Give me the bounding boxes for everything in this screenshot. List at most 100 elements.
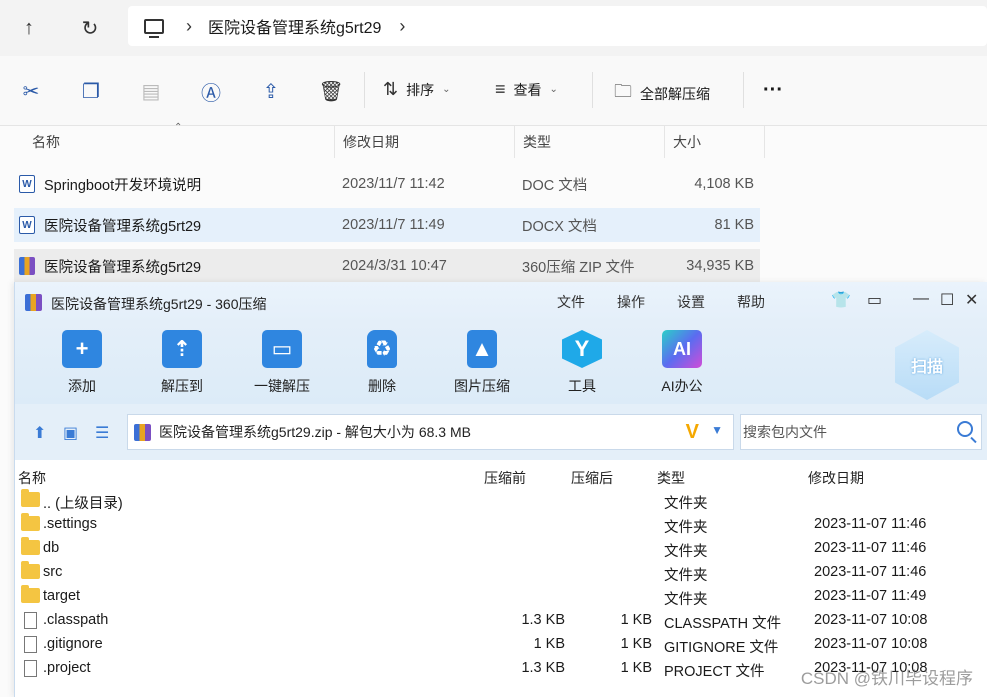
delete-icon[interactable]: 🗑 [318,78,343,104]
entry-date: 2023-11-07 10:08 [814,612,928,628]
thumbnail-view-icon[interactable]: ▣ [63,423,78,443]
sort-button[interactable]: ⇅ 排序 ⌄ [383,79,450,100]
entry-type: GITIGNORE 文件 [664,640,779,656]
scan-button[interactable]: 扫描 [895,330,959,400]
address-row: ↑ ↻ › 医院设备管理系统g5rt29 › [0,0,987,56]
extract-to-label: 解压到 [161,378,203,394]
rename-icon[interactable]: Ⓐ [199,78,223,105]
archive-row[interactable]: target 文件夹 2023-11-07 11:49 [19,585,979,609]
file-type: 360压缩 ZIP 文件 [522,259,635,276]
verify-icon[interactable]: V [686,421,699,444]
entry-type: 文件夹 [664,592,708,608]
column-header-size-before[interactable]: 压缩前 [484,468,526,488]
chevron-right-icon[interactable]: › [399,16,405,37]
entry-date: 2023-11-07 11:46 [814,540,927,556]
archive-row[interactable]: src 文件夹 2023-11-07 11:46 [19,561,979,585]
tools-button[interactable]: Y 工具 [542,330,622,396]
file-row[interactable]: W Springboot开发环境说明 2023/11/7 11:42 DOC 文… [14,167,760,201]
copy-icon[interactable]: ❐ [79,78,103,104]
entry-name: .. (上级目录) [43,496,123,512]
image-compress-button[interactable]: ▲ 图片压缩 [442,330,522,396]
column-header-size[interactable]: 大小 [665,126,765,158]
image-compress-icon: ▲ [467,330,497,368]
folder-icon [21,537,40,555]
archive-row[interactable]: .. (上级目录) 文件夹 [19,489,979,513]
column-header-date[interactable]: 修改日期 [808,468,864,488]
refresh-icon[interactable]: ↻ [72,10,108,46]
image-compress-label: 图片压缩 [454,378,510,394]
extract-to-button[interactable]: ⇡ 解压到 [142,330,222,396]
feedback-icon[interactable]: ▭ [867,290,882,310]
one-click-extract-label: 一键解压 [254,378,310,394]
file-date: 2023/11/7 11:42 [342,176,445,192]
breadcrumb[interactable]: 医院设备管理系统g5rt29 [208,14,381,38]
zip-window: 医院设备管理系统g5rt29 - 360压缩 文件 操作 设置 帮助 👕 ▭ —… [14,282,987,697]
file-row[interactable]: W 医院设备管理系统g5rt29 2023/11/7 11:49 DOCX 文档… [14,208,760,242]
up-level-icon[interactable]: ⬆ [33,423,46,443]
column-header-type[interactable]: 类型 [657,468,685,488]
cut-icon[interactable]: ✂ [19,78,43,104]
window-title: 医院设备管理系统g5rt29 - 360压缩 [51,296,267,312]
dropdown-arrow-icon[interactable]: ▼ [711,423,723,437]
minimize-icon[interactable]: — [913,290,929,308]
ai-office-label: AI办公 [661,378,703,394]
zip-icon [134,423,151,441]
entry-name: .project [43,660,91,676]
archive-row[interactable]: .gitignore 1 KB 1 KB GITIGNORE 文件 2023-1… [19,633,979,657]
entry-date: 2023-11-07 11:46 [814,564,927,580]
menu-operation[interactable]: 操作 [617,292,645,312]
entry-size-after: 1 KB [620,612,652,628]
delete-button[interactable]: ♻ 删除 [342,330,422,396]
up-arrow-icon[interactable]: ↑ [11,10,47,46]
entry-type: 文件夹 [664,496,708,512]
column-header-date[interactable]: 修改日期 [335,126,515,158]
file-name: 医院设备管理系统g5rt29 [44,259,202,276]
share-icon[interactable]: ⇪ [259,78,283,104]
one-click-extract-button[interactable]: ▭ 一键解压 [242,330,322,396]
archive-path-field[interactable]: 医院设备管理系统g5rt29.zip - 解包大小为 68.3 MB V ▼ [127,414,734,450]
recycle-icon: ♻ [367,330,397,368]
entry-type: 文件夹 [664,568,708,584]
column-header-type[interactable]: 类型 [515,126,665,158]
sort-label: 排序 [406,81,435,98]
view-button[interactable]: ≡ 查看 ⌄ [495,79,558,100]
entry-name: .gitignore [43,636,103,652]
add-button[interactable]: + 添加 [42,330,122,396]
column-header-name[interactable]: 名称 [18,468,46,488]
column-header-size-after[interactable]: 压缩后 [571,468,613,488]
maximize-icon[interactable]: ☐ [940,290,954,310]
more-options-icon[interactable]: ··· [763,79,783,102]
skin-icon[interactable]: 👕 [831,290,851,310]
list-view-icon[interactable]: ☰ [95,423,109,443]
ai-icon: AI [662,330,702,368]
entry-type: 文件夹 [664,544,708,560]
address-bar[interactable]: › 医院设备管理系统g5rt29 › [128,6,987,46]
tools-label: 工具 [568,378,596,394]
close-icon[interactable]: ✕ [965,290,978,310]
zip-toolbar: + 添加 ⇡ 解压到 ▭ 一键解压 ♻ 删除 ▲ 图片压缩 Y 工具 AI AI… [15,322,987,404]
column-header-name[interactable]: 名称 [24,126,335,158]
paste-icon[interactable]: ▤ [139,78,163,104]
extract-all-button[interactable]: 🗀 全部解压缩 [614,79,710,109]
chevron-right-icon: › [186,15,192,36]
entry-name: target [43,588,81,604]
zip-icon [19,257,35,275]
archive-row[interactable]: .settings 文件夹 2023-11-07 11:46 [19,513,979,537]
file-icon [24,636,37,653]
archive-row[interactable]: db 文件夹 2023-11-07 11:46 [19,537,979,561]
archive-row[interactable]: .classpath 1.3 KB 1 KB CLASSPATH 文件 2023… [19,609,979,633]
menu-help[interactable]: 帮助 [737,292,765,312]
search-placeholder: 搜索包内文件 [743,424,827,440]
entry-size-after: 1 KB [620,660,652,676]
menu-file[interactable]: 文件 [557,292,585,312]
chevron-down-icon: ⌄ [549,84,558,95]
folder-extract-icon: 🗀 [614,81,632,101]
folder-icon [21,513,40,531]
ai-office-button[interactable]: AI AI办公 [642,330,722,396]
search-icon[interactable] [957,421,973,437]
file-row[interactable]: 医院设备管理系统g5rt29 2024/3/31 10:47 360压缩 ZIP… [14,249,760,283]
zip-title-bar[interactable]: 医院设备管理系统g5rt29 - 360压缩 文件 操作 设置 帮助 👕 ▭ —… [15,282,987,322]
folder-icon [21,489,40,507]
menu-settings[interactable]: 设置 [677,292,705,312]
archive-search-input[interactable]: 搜索包内文件 [740,414,982,450]
